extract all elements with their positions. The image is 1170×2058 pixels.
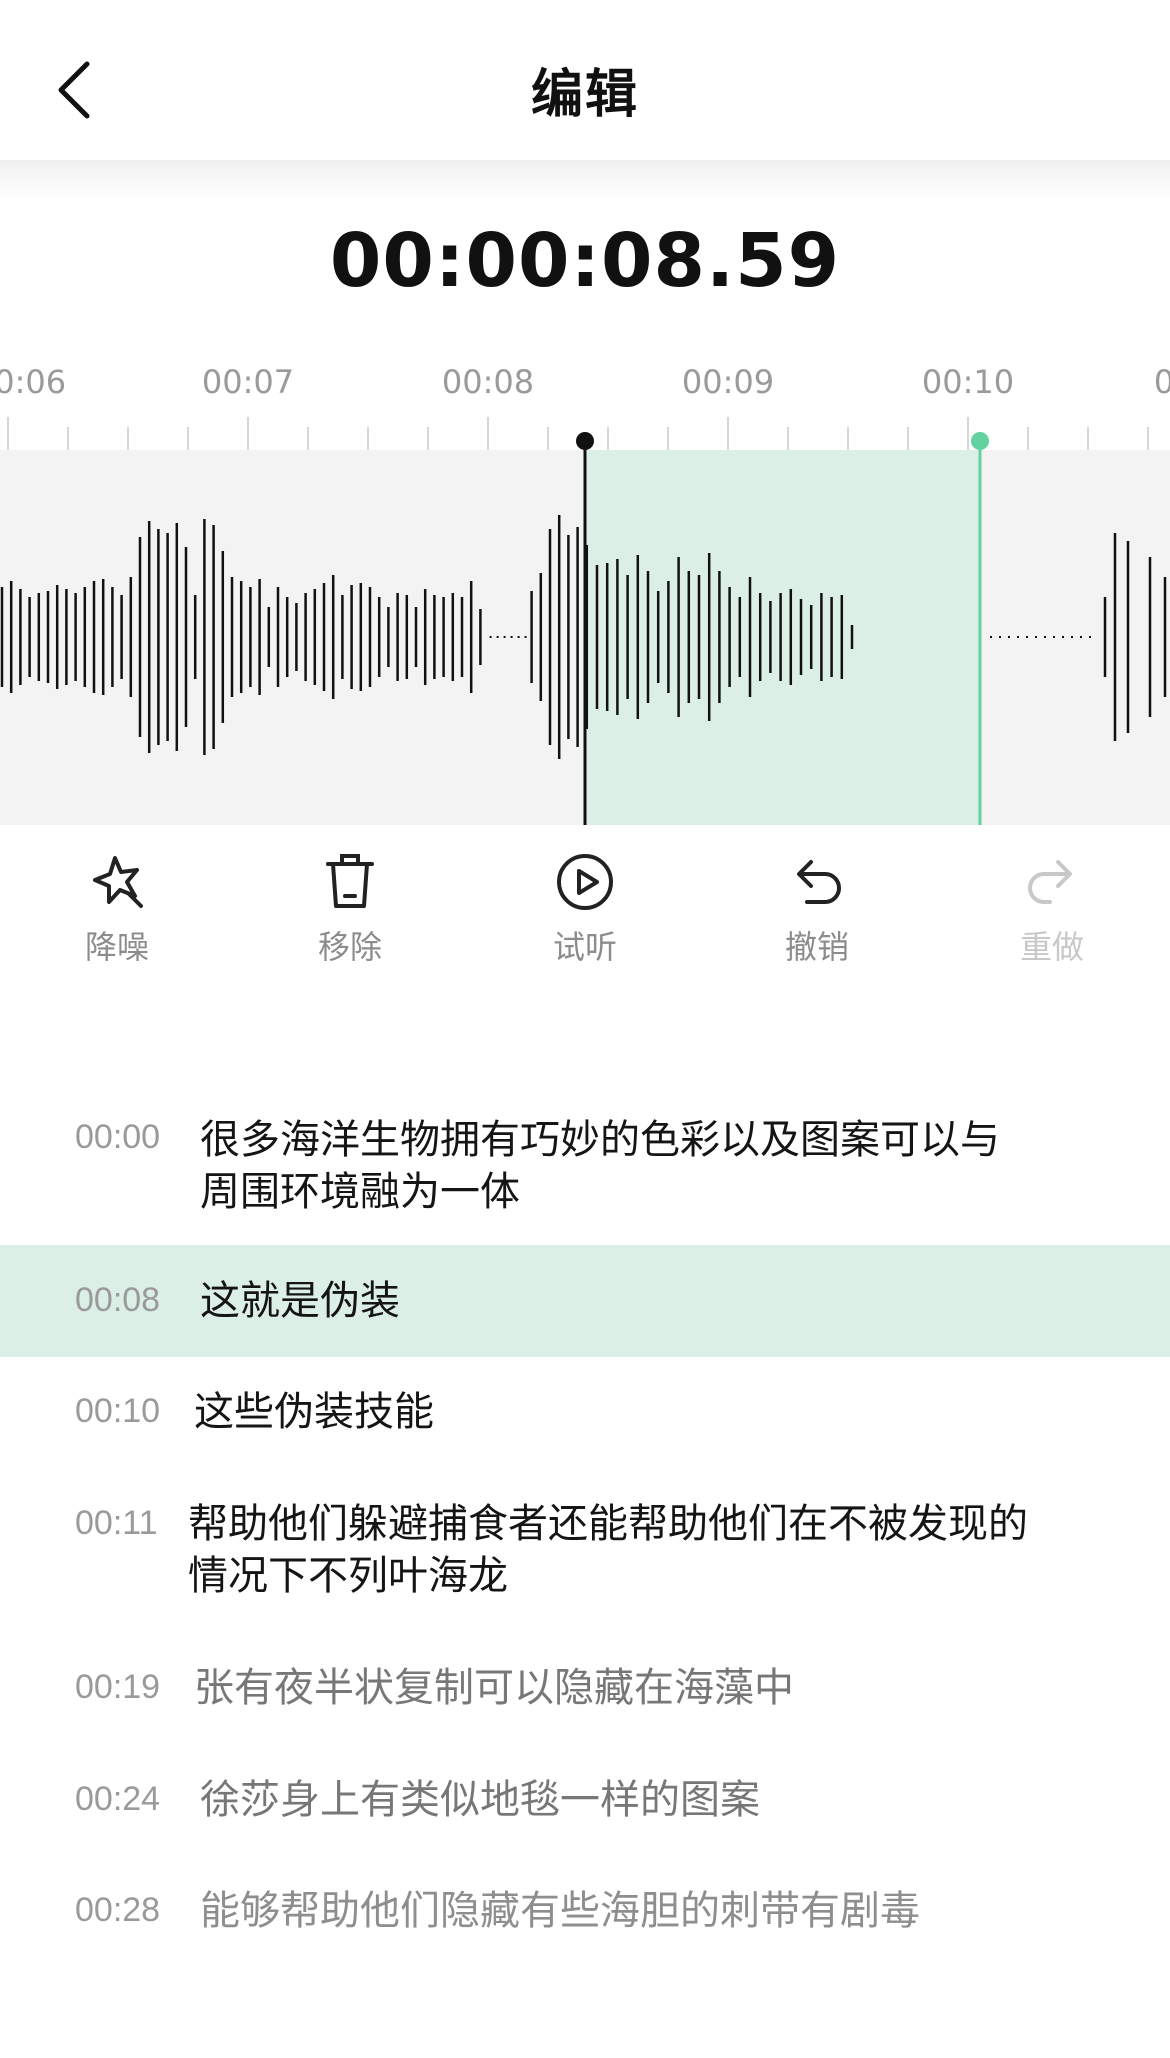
transcript-time: 00:00 [75, 1118, 161, 1156]
redo-icon [1028, 860, 1072, 904]
time-ruler[interactable]: 00:06 00:07 00:08 00:09 00:10 00:11 [0, 355, 1170, 450]
undo-label: 撤销 [784, 928, 849, 966]
preview-label: 试听 [552, 928, 617, 966]
transcript-text: 徐莎身上有类似地毯一样的图案 [200, 1777, 760, 1823]
transcript-text: 很多海洋生物拥有巧妙的色彩以及图案可以与 周围环境融为一体 [200, 1114, 1120, 1218]
trash-icon [326, 854, 374, 908]
denoise-label: 降噪 [84, 928, 149, 966]
transcript-line: 很多海洋生物拥有巧妙的色彩以及图案可以与 [200, 1117, 1000, 1163]
play-circle-icon [557, 854, 613, 910]
page-title: 编辑 [530, 65, 639, 125]
transcript-time: 00:11 [75, 1504, 158, 1542]
transcript-time: 00:10 [75, 1392, 161, 1430]
transcript-row[interactable]: 00:28 能够帮助他们隐藏有些海胆的刺带有剧毒 [0, 1869, 1170, 1969]
magic-wand-icon [93, 856, 143, 908]
denoise-button[interactable]: 降噪 [42, 850, 192, 970]
preview-button[interactable]: 试听 [510, 850, 660, 970]
waveform-editor[interactable] [0, 450, 1170, 825]
transcript-line: 帮助他们躲避捕食者还能帮助他们在不被发现的 [188, 1501, 1028, 1547]
playback-timer: 00:00:08.59 [329, 218, 841, 304]
transcript-text: 帮助他们躲避捕食者还能帮助他们在不被发现的 情况下不列叶海龙 [188, 1498, 1148, 1602]
transcript-text: 能够帮助他们隐藏有些海胆的刺带有剧毒 [200, 1888, 920, 1934]
selection-end-knob[interactable] [971, 432, 989, 450]
transcript-row[interactable]: 00:11 帮助他们躲避捕食者还能帮助他们在不被发现的 情况下不列叶海龙 [0, 1482, 1170, 1602]
transcript-text: 这些伪装技能 [194, 1389, 434, 1435]
redo-label: 重做 [1019, 928, 1084, 966]
transcript-time: 00:08 [75, 1281, 161, 1319]
redo-button[interactable]: 重做 [977, 850, 1127, 970]
playhead-knob[interactable] [576, 432, 594, 450]
transcript-time: 00:28 [75, 1891, 161, 1929]
transcript-time: 00:19 [75, 1668, 161, 1706]
remove-label: 移除 [317, 928, 382, 966]
transcript-row-active[interactable]: 00:08 这就是伪装 [0, 1245, 1170, 1357]
selection-region[interactable] [585, 450, 980, 825]
waveform[interactable] [0, 450, 1170, 825]
transcript-row[interactable]: 00:00 很多海洋生物拥有巧妙的色彩以及图案可以与 周围环境融为一体 [0, 1100, 1170, 1220]
ruler-ticks [7, 417, 1149, 450]
transcript-text: 这就是伪装 [200, 1278, 400, 1324]
header-bar: 编辑 [0, 0, 1170, 160]
header-divider [0, 160, 1170, 200]
undo-button[interactable]: 撤销 [742, 850, 892, 970]
undo-icon [797, 860, 841, 904]
transcript-row[interactable]: 00:19 张有夜半状复制可以隐藏在海藻中 [0, 1646, 1170, 1746]
transcript-row[interactable]: 00:10 这些伪装技能 [0, 1370, 1170, 1470]
remove-button[interactable]: 移除 [275, 850, 425, 970]
edit-toolbar: 降噪 移除 试听 撤销 重做 [0, 850, 1170, 970]
transcript-text: 张有夜半状复制可以隐藏在海藻中 [194, 1665, 794, 1711]
transcript-time: 00:24 [75, 1780, 161, 1818]
transcript-line: 周围环境融为一体 [200, 1169, 520, 1215]
transcript-row[interactable]: 00:24 徐莎身上有类似地毯一样的图案 [0, 1758, 1170, 1858]
transcript-line: 情况下不列叶海龙 [188, 1553, 508, 1599]
